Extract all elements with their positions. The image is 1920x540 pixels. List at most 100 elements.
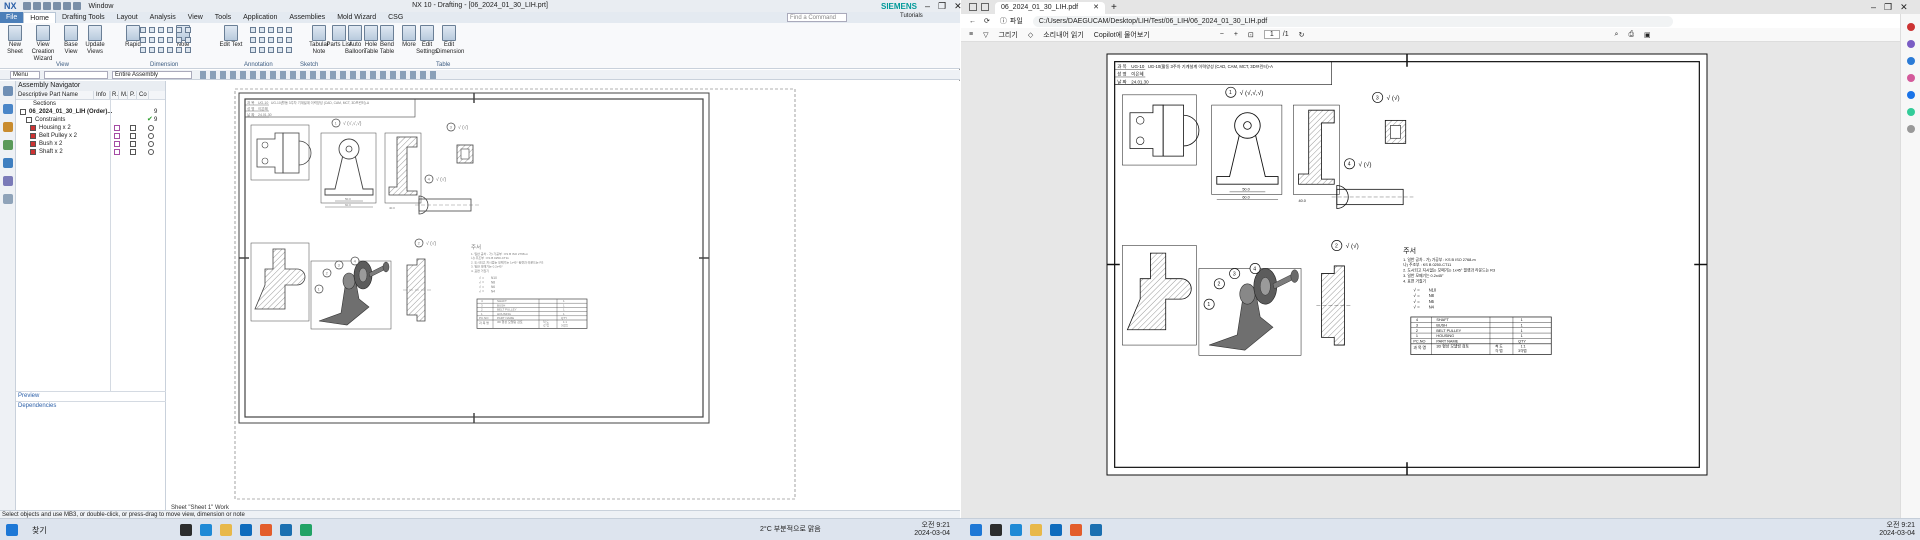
tab-close-icon[interactable]: ✕ — [1093, 2, 1099, 14]
dimension-tool-icon[interactable] — [176, 27, 182, 33]
back-icon[interactable]: ← — [969, 18, 976, 25]
page-number-input[interactable]: 1 — [1263, 30, 1280, 39]
tab-analysis[interactable]: Analysis — [144, 12, 182, 23]
navigator-row[interactable]: Belt Pulley x 2 — [16, 132, 165, 140]
navigator-column-header[interactable]: R. — [110, 91, 119, 99]
tab-csg[interactable]: CSG — [382, 12, 409, 23]
dimension-tool-icon[interactable] — [158, 47, 164, 53]
search-icon-2[interactable] — [990, 524, 1002, 536]
visibility-checkbox[interactable] — [30, 141, 36, 147]
mail-icon-2[interactable] — [1050, 524, 1062, 536]
start-icon-2[interactable] — [970, 524, 982, 536]
shopping-icon[interactable] — [1906, 23, 1915, 31]
tab-mold-wizard[interactable]: Mold Wizard — [331, 12, 382, 23]
dependencies-panel[interactable]: Dependencies — [16, 401, 166, 410]
tab-pdf[interactable]: 06_2024_01_30_LIH.pdf ✕ — [995, 2, 1105, 14]
visibility-checkbox[interactable] — [30, 149, 36, 155]
visibility-checkbox[interactable] — [20, 109, 26, 115]
edge-icon-2[interactable] — [1010, 524, 1022, 536]
close-icon[interactable]: ✕ — [1900, 2, 1908, 13]
dimension-tool-icon[interactable] — [149, 27, 155, 33]
sketch-tool-icon[interactable] — [259, 27, 265, 33]
copilot-icon[interactable] — [1906, 74, 1915, 82]
navigator-column-header[interactable]: Co — [137, 91, 149, 99]
games-icon[interactable] — [1906, 57, 1915, 65]
mail-icon[interactable] — [240, 524, 252, 536]
reuse-library-icon[interactable] — [2, 158, 13, 168]
navigator-row[interactable]: Sections — [16, 100, 165, 108]
minimize-icon[interactable]: – — [1871, 2, 1876, 13]
visibility-checkbox[interactable] — [26, 117, 32, 123]
dimension-tool-icon[interactable] — [176, 47, 182, 53]
workspaces-icon[interactable] — [969, 3, 977, 11]
dimension-tool-icon[interactable] — [167, 27, 173, 33]
type-filter-select[interactable] — [44, 71, 108, 79]
tab-home[interactable]: Home — [23, 12, 56, 23]
tab-view[interactable]: View — [182, 12, 209, 23]
edit-text-button[interactable]: Edit Text — [218, 25, 244, 49]
sketch-tool-icon[interactable] — [286, 47, 292, 53]
erase-icon[interactable]: ◇ — [1028, 31, 1033, 39]
info-icon[interactable] — [114, 149, 120, 155]
menu-dropdown[interactable]: Menu — [10, 71, 40, 79]
modified-checkbox[interactable] — [130, 141, 136, 147]
navigator-row[interactable]: 06_2024_01_30_LIH (Order)... 9 — [16, 108, 165, 116]
navigator-column-header[interactable]: P. — [128, 91, 137, 99]
store-icon[interactable] — [260, 524, 272, 536]
sketch-tool-icon[interactable] — [250, 27, 256, 33]
tab-file[interactable]: File — [0, 12, 24, 23]
edge-icon[interactable] — [200, 524, 212, 536]
part-navigator-icon[interactable] — [2, 140, 13, 150]
sketch-tool-icon[interactable] — [259, 37, 265, 43]
modified-checkbox[interactable] — [130, 149, 136, 155]
sketch-tool-icon[interactable] — [277, 47, 283, 53]
sketch-tool-icon[interactable] — [277, 27, 283, 33]
dimension-tool-icon[interactable] — [158, 37, 164, 43]
dimension-tool-icon[interactable] — [140, 37, 146, 43]
nx-app-icon-2[interactable] — [1090, 524, 1102, 536]
dimension-tool-icon[interactable] — [185, 47, 191, 53]
modified-checkbox[interactable] — [130, 133, 136, 139]
drop-icon[interactable] — [1906, 108, 1915, 116]
sketch-tool-icon[interactable] — [259, 47, 265, 53]
search-icon[interactable]: ⌕ — [1615, 31, 1619, 39]
edit-dimension-button[interactable]: Edit Dimension — [436, 25, 464, 56]
history-icon[interactable] — [2, 176, 13, 186]
tab-tools[interactable]: Tools — [209, 12, 237, 23]
start-icon[interactable] — [6, 524, 18, 536]
nx-app-icon[interactable] — [280, 524, 292, 536]
navigator-column-header[interactable]: Info — [94, 91, 110, 99]
sketch-tool-icon[interactable] — [268, 47, 274, 53]
app-icon[interactable] — [300, 524, 312, 536]
navigator-column-header[interactable]: M. — [119, 91, 128, 99]
dimension-tool-icon[interactable] — [167, 47, 173, 53]
navigator-column-header[interactable]: Descriptive Part Name — [16, 91, 94, 99]
minimize-icon[interactable]: – — [925, 1, 930, 12]
preview-panel[interactable]: Preview — [16, 391, 166, 400]
fit-page-icon[interactable]: ⊡ — [1248, 31, 1254, 39]
contents-icon[interactable]: ≡ — [969, 31, 973, 38]
add-sidebar-icon[interactable] — [1906, 125, 1915, 133]
sketch-tool-icon[interactable] — [268, 37, 274, 43]
tab-assemblies[interactable]: Assemblies — [283, 12, 331, 23]
base-view-button[interactable]: Base View — [58, 25, 84, 56]
visibility-checkbox[interactable] — [30, 125, 36, 131]
draw-button[interactable]: 그리기 — [998, 30, 1017, 40]
navigator-row[interactable]: Shaft x 2 — [16, 148, 165, 156]
dimension-tool-icon[interactable] — [185, 37, 191, 43]
tools-icon[interactable] — [1906, 40, 1915, 48]
info-icon[interactable] — [114, 125, 120, 131]
zoom-out-icon[interactable]: − — [1220, 31, 1224, 38]
update-views-button[interactable]: Update Views — [82, 25, 108, 56]
weather-widget[interactable]: 2°C 부분적으로 맑음 — [760, 526, 821, 534]
dimension-tool-icon[interactable] — [140, 47, 146, 53]
snap-toolbar[interactable] — [200, 71, 440, 79]
zoom-in-icon[interactable]: + — [1234, 31, 1238, 38]
sketch-tool-icon[interactable] — [286, 27, 292, 33]
rotate-icon[interactable]: ↻ — [1299, 31, 1305, 39]
file-explorer-icon[interactable] — [220, 524, 232, 536]
filter-icon[interactable]: ▽ — [983, 31, 988, 39]
store-icon-2[interactable] — [1070, 524, 1082, 536]
drawing-canvas[interactable]: 과 목 UG-10 성 명 이은혜 날 짜 24.01.30 UG-10(활동 3주차 기계… — [167, 81, 960, 513]
print-icon[interactable]: ⎙ — [1628, 31, 1634, 39]
